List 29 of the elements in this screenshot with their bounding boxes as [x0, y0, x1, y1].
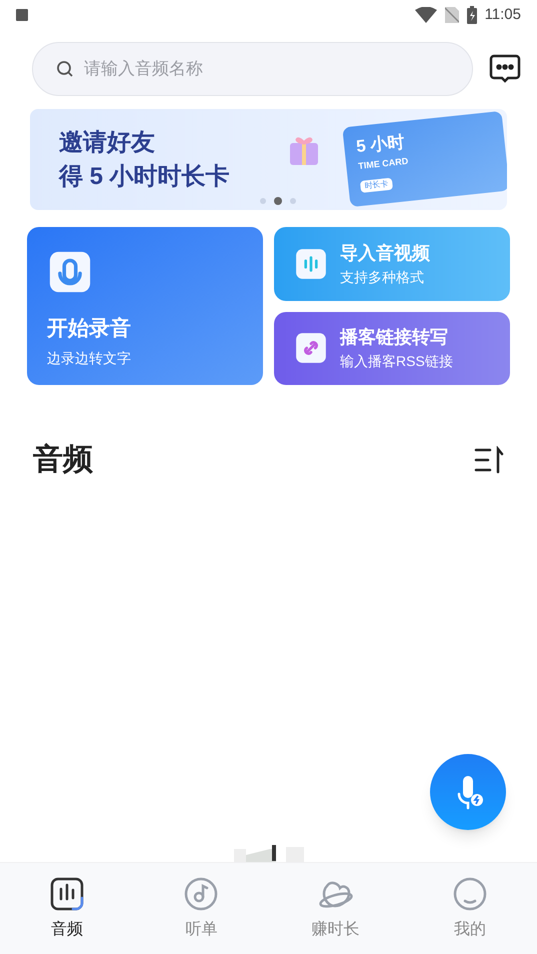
- waveform-icon: [49, 876, 86, 912]
- record-card[interactable]: 开始录音 边录边转文字: [27, 227, 263, 385]
- card-caption: 支持多种格式: [340, 268, 425, 287]
- clock-time: 11:05: [484, 4, 521, 25]
- no-sim-icon: [444, 7, 459, 23]
- card-caption: 边录边转文字: [47, 349, 132, 368]
- card-heading: 开始录音: [47, 316, 132, 342]
- card-heading: 播客链接转写: [340, 326, 449, 350]
- nav-tab[interactable]: 听单: [134, 863, 268, 954]
- message-icon[interactable]: [489, 54, 521, 84]
- wifi-icon: [414, 7, 437, 23]
- search-field[interactable]: 请输入音频名称: [32, 42, 473, 96]
- face-icon: [452, 876, 488, 912]
- invite-banner[interactable]: 邀请好友 得 5 小时时长卡 5 小时 TIME CARD 时长卡: [30, 109, 507, 210]
- import-card[interactable]: 导入音视频 支持多种格式: [274, 227, 510, 300]
- card-caption: 输入播客RSS链接: [340, 352, 453, 372]
- search-icon: [56, 60, 74, 78]
- banner-title: 邀请好友: [59, 128, 156, 158]
- music-disc-icon: [183, 876, 220, 912]
- card-heading: 导入音视频: [340, 242, 430, 265]
- battery-charging-icon: [466, 6, 477, 24]
- card-tag: 时长卡: [360, 178, 394, 193]
- sort-icon[interactable]: [474, 446, 504, 474]
- podcast-card[interactable]: 播客链接转写 输入播客RSS链接: [274, 312, 510, 385]
- banner-subtitle: 得 5 小时时长卡: [59, 162, 230, 192]
- section-title: 音频: [33, 442, 93, 478]
- nav-tab[interactable]: 我的: [402, 863, 537, 954]
- nav-tab[interactable]: 音频: [0, 863, 134, 954]
- nav-tab[interactable]: 赚时长: [268, 863, 403, 954]
